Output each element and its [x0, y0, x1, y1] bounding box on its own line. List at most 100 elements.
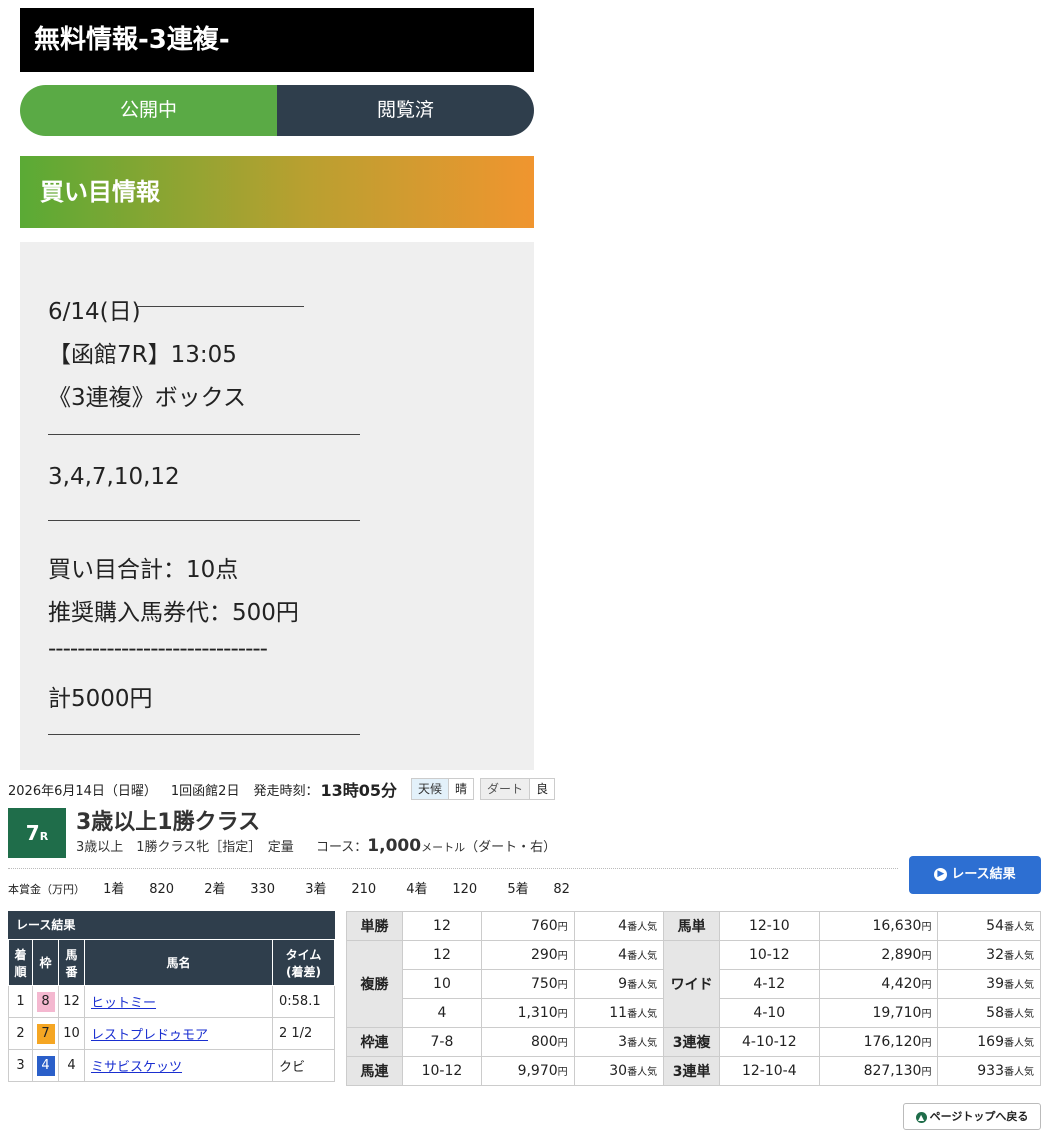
race-conditions: 3歳以上 1勝クラス牝［指定］ 定量 コース：1,000メートル（ダート・右） — [76, 836, 556, 856]
pop-unit: 番人気 — [1004, 951, 1034, 962]
table-row: 複勝 12 290円 4番人気 ワイド 10-12 2,890円 32番人気 — [346, 940, 1041, 1028]
weather-value: 晴 — [448, 779, 474, 799]
prize-rank: 4着 — [406, 882, 428, 897]
pop-unit: 番人気 — [1004, 1009, 1034, 1020]
amount: 750 — [530, 976, 558, 992]
tab-open[interactable]: 公開中 — [20, 85, 277, 136]
combo: 12-10 — [719, 911, 820, 941]
info-total-points: 買い目合計：10点 — [48, 557, 239, 583]
prize-value: 820 — [149, 882, 175, 897]
chevron-right-icon: ▶ — [934, 868, 948, 881]
weather-label: 天候 — [412, 779, 449, 799]
amount: 290 — [530, 947, 558, 963]
combo: 10-12 — [402, 1056, 482, 1086]
yen-unit: 円 — [921, 922, 932, 933]
prize-value: 120 — [452, 882, 478, 897]
amount: 19,710 — [872, 1005, 922, 1021]
yen-unit: 円 — [921, 1009, 932, 1020]
race-number: 7 — [25, 821, 40, 845]
combo: 12 — [402, 911, 482, 941]
race-number-suffix: R — [39, 830, 49, 843]
bet-label: 枠連 — [346, 1027, 403, 1057]
yen-unit: 円 — [921, 951, 932, 962]
amount: 16,630 — [872, 918, 922, 934]
amount: 9,970 — [517, 1063, 558, 1079]
combo: 10 — [402, 969, 482, 999]
finish-time: 0:58.1 — [272, 985, 335, 1018]
pop-unit: 番人気 — [1004, 1038, 1034, 1049]
horse-name-link[interactable]: レストプレドゥモア — [85, 1028, 208, 1043]
start-label: 発走時刻： — [253, 783, 319, 799]
horse-number: 12 — [58, 985, 85, 1018]
prize-value: 82 — [553, 882, 570, 897]
combo: 7-8 — [402, 1027, 482, 1057]
table-row: 2 7 10 レストプレドゥモア 2 1/2 — [8, 1017, 335, 1050]
amount: 760 — [530, 918, 558, 934]
pop-unit: 番人気 — [627, 980, 658, 991]
pop-unit: 番人気 — [627, 922, 658, 933]
popularity: 32 — [986, 947, 1004, 963]
divider — [48, 434, 360, 435]
table-row: 1 8 12 ヒットミー 0:58.1 — [8, 985, 335, 1018]
popularity: 30 — [609, 1063, 628, 1079]
track-label: ダート — [481, 779, 530, 799]
divider — [48, 734, 360, 735]
pop-unit: 番人気 — [1004, 980, 1034, 991]
combo: 12-10-4 — [719, 1056, 820, 1086]
popularity: 4 — [618, 918, 628, 934]
info-date-line: 6/14(日) — [48, 292, 141, 326]
bet-label: 3連単 — [663, 1056, 721, 1086]
info-date: 6/14(日) — [48, 299, 141, 325]
race-name: 3歳以上1勝クラス — [76, 810, 261, 835]
amount: 4,420 — [881, 976, 922, 992]
divider — [8, 868, 898, 869]
horse-name-link[interactable]: ミサビスケッツ — [85, 1060, 182, 1075]
popularity: 4 — [618, 947, 628, 963]
payout-table: 単勝 12 760円 4番人気 馬単 12-10 16,630円 54番人気 複… — [346, 911, 1041, 1086]
prize-rank: 3着 — [305, 882, 327, 897]
yen-unit: 円 — [921, 980, 932, 991]
amount: 176,120 — [863, 1034, 922, 1050]
course-label: コース： — [315, 840, 368, 855]
pop-unit: 番人気 — [627, 951, 658, 962]
amount: 1,310 — [517, 1005, 558, 1021]
bet-label: 複勝 — [346, 940, 403, 1028]
waku-badge: 8 — [36, 991, 55, 1012]
page-title: 無料情報-3連複- — [20, 8, 534, 72]
popularity: 169 — [977, 1034, 1004, 1050]
info-bet-type: 《3連複》ボックス — [48, 385, 246, 411]
rank: 1 — [8, 985, 33, 1018]
header-rank: 着順 — [8, 939, 33, 986]
yen-unit: 円 — [557, 922, 568, 933]
header-waku: 枠 — [32, 939, 59, 986]
popularity: 3 — [618, 1034, 628, 1050]
info-race: 【函館7R】13:05 — [48, 342, 237, 368]
horse-name-link[interactable]: ヒットミー — [85, 996, 156, 1011]
race-result-button-label: レース結果 — [951, 867, 1016, 882]
yen-unit: 円 — [557, 1038, 568, 1049]
tab-viewed[interactable]: 閲覧済 — [277, 85, 534, 136]
race-result-button[interactable]: ▶ レース結果 — [909, 856, 1041, 894]
status-toggle[interactable]: 公開中 閲覧済 — [20, 85, 534, 136]
prize-money: 本賞金（万円） 1着 820 2着 330 3着 210 4着 120 5着 8… — [8, 878, 596, 897]
combo: 10-12 — [719, 940, 820, 970]
header-num: 馬番 — [58, 939, 85, 986]
track-condition: 良 — [529, 779, 555, 799]
combo: 4-10-12 — [719, 1027, 820, 1057]
popularity: 39 — [986, 976, 1004, 992]
header-name: 馬名 — [84, 939, 273, 986]
pop-unit: 番人気 — [1004, 922, 1034, 933]
race-meeting: 1回函館2日 — [170, 783, 240, 799]
weather-badge: 天候 晴 — [411, 778, 475, 800]
popularity: 54 — [986, 918, 1004, 934]
combo: 12 — [402, 940, 482, 970]
finish-margin: クビ — [272, 1049, 335, 1082]
pop-unit: 番人気 — [627, 1009, 658, 1020]
buy-info-header: 買い目情報 — [20, 156, 534, 228]
page-top-button[interactable]: ▲ ページトップへ戻る — [903, 1103, 1041, 1130]
combo: 4 — [402, 998, 482, 1028]
horse-number: 4 — [58, 1049, 85, 1082]
pop-unit: 番人気 — [627, 1038, 658, 1049]
divider — [48, 520, 360, 521]
buy-info-box: 6/14(日) 【函館7R】13:05 《3連複》ボックス 3,4,7,10,1… — [20, 242, 534, 770]
